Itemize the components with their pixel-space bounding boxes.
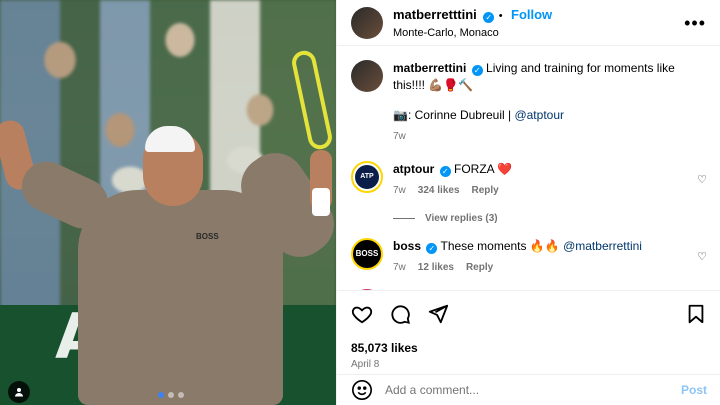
comment-time: 7w	[393, 261, 406, 273]
bookmark-icon[interactable]	[685, 303, 707, 325]
comment-likes[interactable]: 324 likes	[418, 184, 460, 199]
comment-meta: 7w 324 likes Reply	[393, 184, 512, 199]
post-date: April 8	[351, 359, 380, 370]
like-count[interactable]: 85,073 likes	[351, 341, 707, 355]
like-heart-icon[interactable]	[351, 303, 373, 325]
photo-credit: 📷: Corinne Dubreuil |	[393, 107, 512, 122]
mention-link[interactable]: @matberrettini	[563, 239, 642, 253]
player-shirt	[78, 190, 283, 405]
post-panel: matberretttini ✓ • Follow Monte-Carlo, M…	[336, 0, 720, 405]
location-link[interactable]: Monte-Carlo, Monaco	[393, 26, 552, 40]
comment-meta: 7w 12 likes Reply	[393, 261, 642, 276]
post-actions: 85,073 likes April 8	[337, 290, 720, 370]
caption-body: matberrettini ✓ Living and training for …	[393, 60, 707, 145]
comment-text: These moments 🔥🔥	[440, 238, 560, 253]
action-icons	[351, 301, 707, 327]
like-comment-icon[interactable]: ♡	[697, 250, 707, 263]
verified-icon: ✓	[471, 65, 483, 76]
like-comment-icon[interactable]: ♡	[697, 173, 707, 186]
carousel-dot	[168, 392, 174, 398]
emoji-icon[interactable]	[351, 379, 373, 401]
caption-time: 7w	[393, 131, 406, 143]
comment-row: BOSS boss ✓ These moments 🔥🔥 @matberrett…	[351, 237, 707, 276]
caption-meta: 7w	[393, 130, 707, 145]
post-comment-button[interactable]: Post	[681, 383, 707, 397]
comment-text: FORZA	[454, 161, 495, 176]
verified-icon: ✓	[426, 242, 438, 254]
user-tag-icon[interactable]	[8, 381, 30, 403]
mention-link[interactable]: @atptour	[514, 108, 564, 122]
comment-time: 7w	[393, 185, 406, 197]
carousel-dot	[158, 392, 164, 398]
atp-logo-icon: ATP	[355, 164, 379, 189]
author-username[interactable]: matberretttini	[393, 7, 477, 22]
commenter-name[interactable]: boss	[393, 239, 421, 253]
comment-row: ATP atptour ✓ FORZA ❤️ 7w 324 likes Repl…	[351, 160, 707, 199]
share-icon[interactable]	[427, 303, 449, 325]
view-replies-button[interactable]: View replies (3)	[393, 213, 707, 224]
verified-icon: ✓	[483, 11, 495, 23]
boss-logo-icon[interactable]: BOSS	[351, 237, 383, 270]
comment-likes[interactable]: 12 likes	[418, 261, 454, 276]
verified-icon: ✓	[439, 165, 451, 177]
heart-emoji: ❤️	[497, 161, 513, 176]
carousel-indicator	[158, 392, 184, 398]
commenter-name[interactable]: atptour	[393, 162, 434, 176]
commenter-avatar[interactable]: ATP	[351, 160, 383, 193]
comment-input[interactable]	[385, 383, 681, 397]
comment-body: boss ✓ These moments 🔥🔥 @matberrettini 7…	[393, 238, 642, 276]
player-wristband	[312, 188, 330, 216]
follow-button[interactable]: Follow	[511, 7, 552, 22]
caption-row: matberrettini ✓ Living and training for …	[351, 60, 707, 145]
post-photo[interactable]: Ade BOSS	[0, 0, 336, 405]
reply-button[interactable]: Reply	[472, 184, 499, 199]
more-dots-icon[interactable]: •••	[684, 14, 706, 32]
carousel-dot	[178, 392, 184, 398]
separator-dot: •	[498, 9, 503, 22]
shirt-logo: BOSS	[196, 232, 219, 241]
author-avatar[interactable]	[351, 6, 383, 39]
comment-icon[interactable]	[389, 303, 411, 325]
header-text: matberretttini ✓ • Follow Monte-Carlo, M…	[393, 5, 552, 40]
caption-author[interactable]: matberrettini	[393, 61, 466, 75]
replies-line	[393, 217, 415, 219]
post-header: matberretttini ✓ • Follow Monte-Carlo, M…	[337, 0, 720, 46]
comments-list: matberrettini ✓ Living and training for …	[337, 46, 720, 290]
reply-button[interactable]: Reply	[466, 261, 493, 276]
add-comment-bar: Post	[337, 374, 720, 405]
author-avatar[interactable]	[351, 60, 383, 92]
view-replies-label: View replies (3)	[425, 212, 498, 224]
comment-body: atptour ✓ FORZA ❤️ 7w 324 likes Reply	[393, 161, 512, 199]
